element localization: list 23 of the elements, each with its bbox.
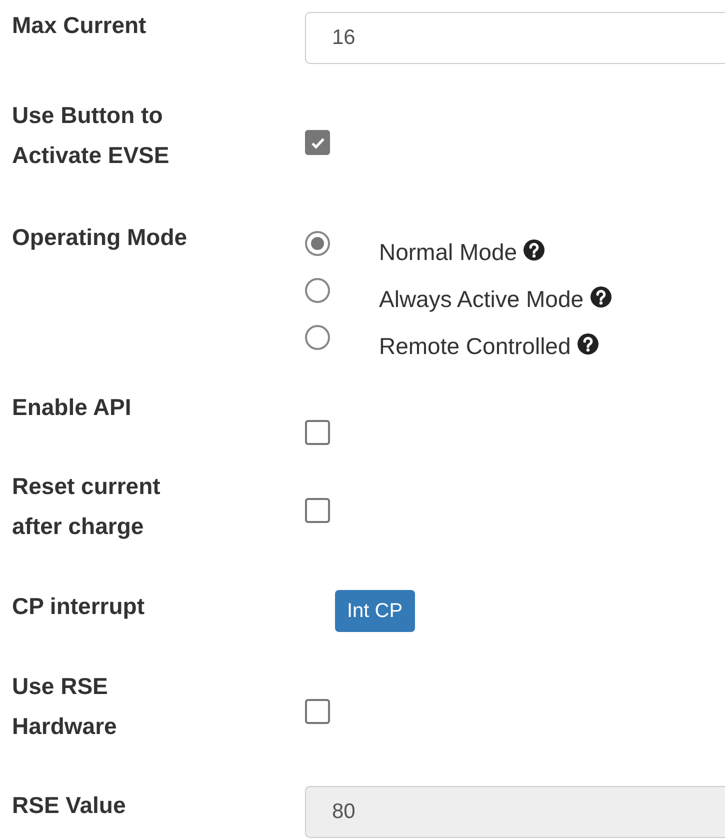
- radio-label: Remote Controlled: [379, 332, 571, 362]
- field-label: Use RSE Hardware: [12, 672, 118, 741]
- checkbox[interactable]: [305, 420, 330, 445]
- checkbox[interactable]: [305, 130, 330, 155]
- field-label: Max Current: [12, 11, 148, 40]
- help-icon: [590, 286, 612, 308]
- radio-label: Always Active Mode: [379, 285, 584, 314]
- radio-button[interactable]: [305, 231, 330, 256]
- field-label: RSE Value: [12, 791, 127, 820]
- int-cp-button[interactable]: Int CP: [335, 590, 415, 632]
- field-label: Operating Mode: [12, 223, 188, 252]
- text-field[interactable]: 16: [305, 12, 725, 64]
- radio-label: Normal Mode: [379, 238, 518, 268]
- help-icon: [576, 332, 599, 354]
- field-label: Use Button to Activate EVSE: [12, 101, 170, 170]
- radio-button[interactable]: [305, 278, 330, 303]
- help-icon: [523, 238, 546, 260]
- field-label: Enable API: [12, 393, 132, 422]
- field-label: CP interrupt: [12, 592, 146, 621]
- checkbox[interactable]: [305, 699, 330, 724]
- checkbox[interactable]: [305, 498, 330, 523]
- radio-button[interactable]: [305, 325, 330, 350]
- field-label: Reset current after charge: [12, 472, 162, 541]
